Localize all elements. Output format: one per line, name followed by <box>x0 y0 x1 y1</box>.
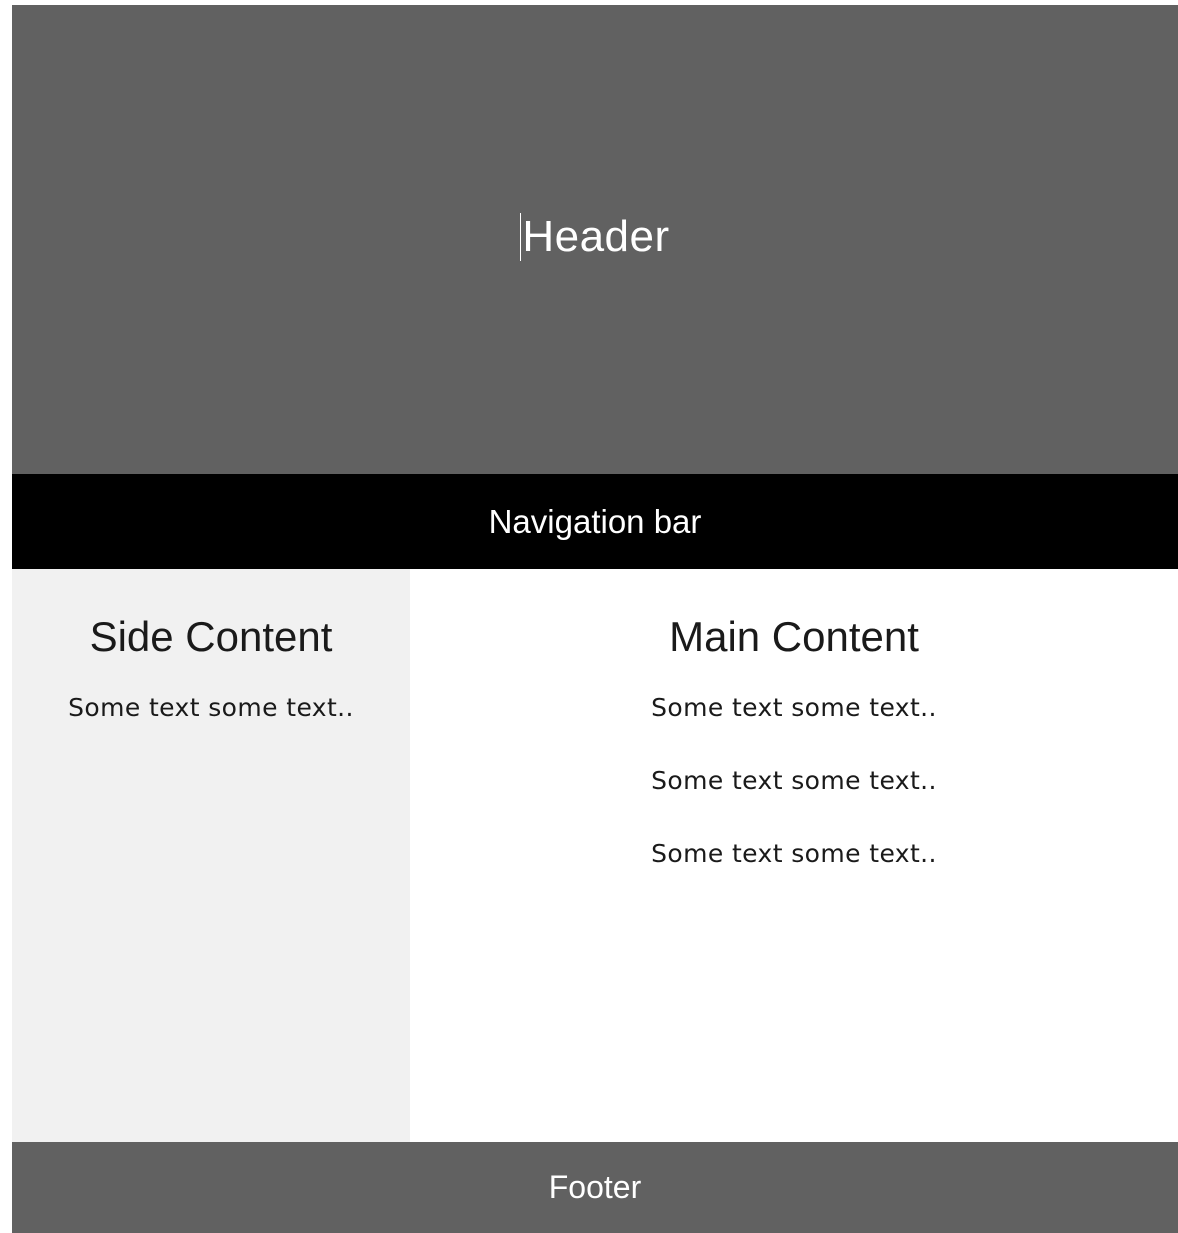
header: Header <box>12 5 1178 474</box>
header-title-wrap: Header <box>520 212 669 263</box>
side-paragraph: Some text some text.. <box>68 693 354 722</box>
side-content: Side Content Some text some text.. <box>12 569 410 1142</box>
side-content-title: Side Content <box>89 613 333 660</box>
main-content-title: Main Content <box>669 613 919 660</box>
navigation-bar-label: Navigation bar <box>488 502 702 540</box>
main-paragraph: Some text some text.. <box>651 693 937 722</box>
header-title: Header <box>522 211 670 261</box>
main-paragraph: Some text some text.. <box>651 766 937 795</box>
text-cursor-icon <box>520 213 522 262</box>
footer: Footer <box>12 1142 1178 1233</box>
footer-label: Footer <box>548 1169 642 1205</box>
main-paragraph: Some text some text.. <box>651 839 937 868</box>
main-content: Main Content Some text some text.. Some … <box>410 569 1178 1142</box>
content-row: Side Content Some text some text.. Main … <box>12 569 1178 1142</box>
page-layout: Header Navigation bar Side Content Some … <box>12 5 1178 1233</box>
navigation-bar[interactable]: Navigation bar <box>12 474 1178 569</box>
